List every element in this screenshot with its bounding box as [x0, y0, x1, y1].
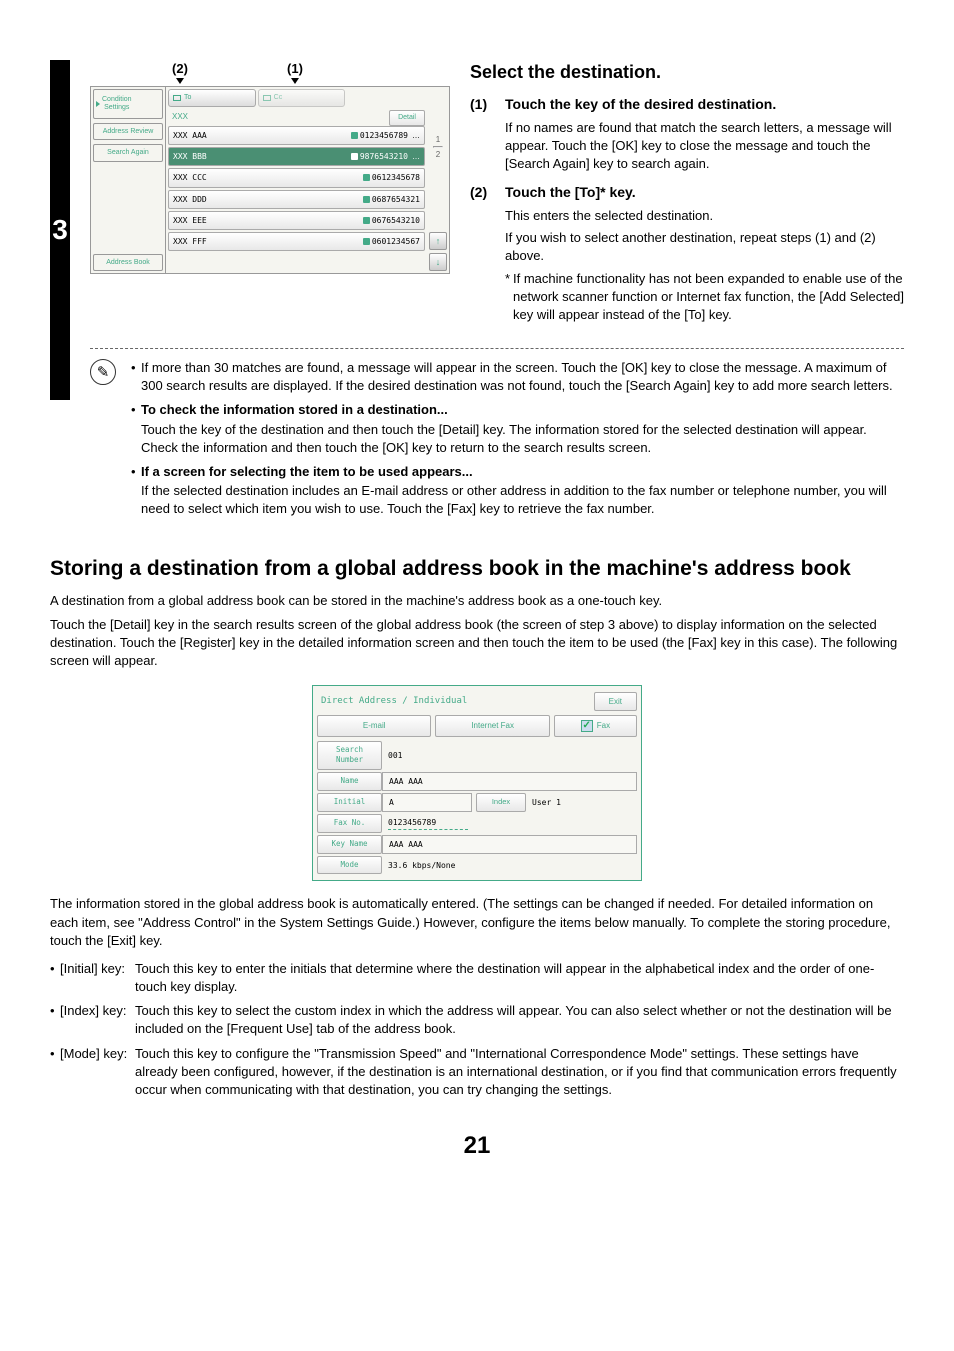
config-text: Touch this key to select the custom inde…	[135, 1002, 904, 1038]
envelope-icon	[173, 95, 181, 101]
faxno-value: 0123456789	[382, 814, 637, 833]
mode-label[interactable]: Mode	[317, 856, 382, 875]
config-text: Touch this key to enter the initials tha…	[135, 960, 904, 996]
index-value: User 1	[526, 793, 637, 812]
direct-address-dialog: Direct Address / Individual Exit E-mail …	[312, 685, 642, 882]
config-label: [Initial] key:	[60, 960, 135, 996]
list-item-selected[interactable]: XXX BBB 9876543210 …	[168, 147, 425, 166]
list-item[interactable]: XXX DDD 0687654321	[168, 190, 425, 209]
paragraph: The information stored in the global add…	[50, 895, 904, 950]
to-button[interactable]: To	[168, 89, 256, 107]
list-item[interactable]: XXX AAA 0123456789 …	[168, 126, 425, 145]
bullet: •	[50, 1045, 60, 1100]
mode-value: 33.6 kbps/None	[382, 856, 637, 875]
triangle-right-icon	[96, 101, 100, 107]
step-body: If you wish to select another destinatio…	[505, 229, 904, 265]
search-again-button[interactable]: Search Again	[93, 144, 163, 162]
search-number-label[interactable]: Search Number	[317, 741, 382, 770]
bullet: •	[131, 359, 141, 395]
step-heading: Select the destination.	[470, 60, 904, 85]
check-icon: ✓	[581, 720, 593, 732]
arrow-down-icon	[176, 78, 184, 84]
tip-text: If more than 30 matches are found, a mes…	[141, 359, 904, 395]
index-label[interactable]: Index	[476, 793, 526, 812]
chapter-tab: 3	[50, 60, 70, 400]
detail-button[interactable]: Detail	[389, 110, 425, 126]
phone-icon	[363, 174, 370, 181]
address-search-panel: Condition Settings Address Review Search…	[90, 86, 450, 274]
step-title: Touch the [To]* key.	[505, 183, 636, 203]
bullet: •	[50, 960, 60, 996]
phone-icon	[363, 238, 370, 245]
tab-fax[interactable]: ✓ Fax	[554, 715, 637, 737]
divider	[90, 348, 904, 349]
step-body: If no names are found that match the sea…	[505, 119, 904, 174]
footnote-star: *	[505, 270, 513, 325]
phone-icon	[363, 217, 370, 224]
list-item[interactable]: XXX CCC 0612345678	[168, 168, 425, 187]
tip-title: To check the information stored in a des…	[141, 401, 904, 419]
initial-value: A	[382, 793, 472, 812]
name-value: AAA AAA	[382, 772, 637, 791]
marker-2: (2)	[172, 60, 188, 78]
exit-button[interactable]: Exit	[594, 692, 637, 711]
cc-button[interactable]: Cc	[258, 89, 346, 107]
scroll-down-button[interactable]: ↓	[429, 253, 447, 271]
tip-text: Touch the key of the destination and the…	[141, 421, 904, 457]
address-book-button[interactable]: Address Book	[93, 254, 163, 272]
page-number: 21	[50, 1129, 904, 1163]
step-title: Touch the key of the desired destination…	[505, 95, 776, 115]
phone-icon	[351, 132, 358, 139]
config-label: [Index] key:	[60, 1002, 135, 1038]
keyname-label[interactable]: Key Name	[317, 835, 382, 854]
section-heading: Storing a destination from a global addr…	[50, 555, 904, 582]
list-item[interactable]: XXX FFF 0601234567	[168, 232, 425, 251]
footnote-text: If machine functionality has not been ex…	[513, 270, 904, 325]
faxno-label[interactable]: Fax No.	[317, 814, 382, 833]
search-number-value: 001	[382, 741, 637, 770]
config-text: Touch this key to configure the "Transmi…	[135, 1045, 904, 1100]
bullet: •	[131, 463, 141, 519]
step-number: (1)	[470, 95, 495, 115]
step-body: This enters the selected destination.	[505, 207, 904, 225]
dialog-title: Direct Address / Individual	[321, 695, 467, 708]
bullet: •	[50, 1002, 60, 1038]
phone-icon	[363, 196, 370, 203]
page-indicator: 12	[433, 134, 443, 160]
screenshot-panel: (2) (1) Condition Settings Address Revie…	[90, 60, 450, 334]
config-label: [Mode] key:	[60, 1045, 135, 1100]
search-text: XXX	[168, 109, 425, 124]
list-item[interactable]: XXX EEE 0676543210	[168, 211, 425, 230]
marker-1: (1)	[287, 60, 303, 78]
paragraph: Touch the [Detail] key in the search res…	[50, 616, 904, 671]
tab-internet-fax[interactable]: Internet Fax	[435, 715, 549, 737]
ellipsis-icon: …	[412, 130, 420, 141]
initial-label[interactable]: Initial	[317, 793, 382, 812]
address-review-button[interactable]: Address Review	[93, 123, 163, 141]
paragraph: A destination from a global address book…	[50, 592, 904, 610]
condition-settings-button[interactable]: Condition Settings	[93, 89, 163, 118]
arrow-down-icon	[291, 78, 299, 84]
document-icon	[263, 95, 271, 101]
tip-text: If the selected destination includes an …	[141, 482, 904, 518]
step-number: (2)	[470, 183, 495, 203]
bullet: •	[131, 401, 141, 457]
tip-title: If a screen for selecting the item to be…	[141, 463, 904, 481]
scroll-up-button[interactable]: ↑	[429, 232, 447, 250]
tip-icon: ✎	[90, 359, 116, 385]
name-label[interactable]: Name	[317, 772, 382, 791]
tab-email[interactable]: E-mail	[317, 715, 431, 737]
phone-icon	[351, 153, 358, 160]
chapter-number: 3	[52, 210, 68, 249]
keyname-value: AAA AAA	[382, 835, 637, 854]
ellipsis-icon: …	[412, 151, 420, 162]
